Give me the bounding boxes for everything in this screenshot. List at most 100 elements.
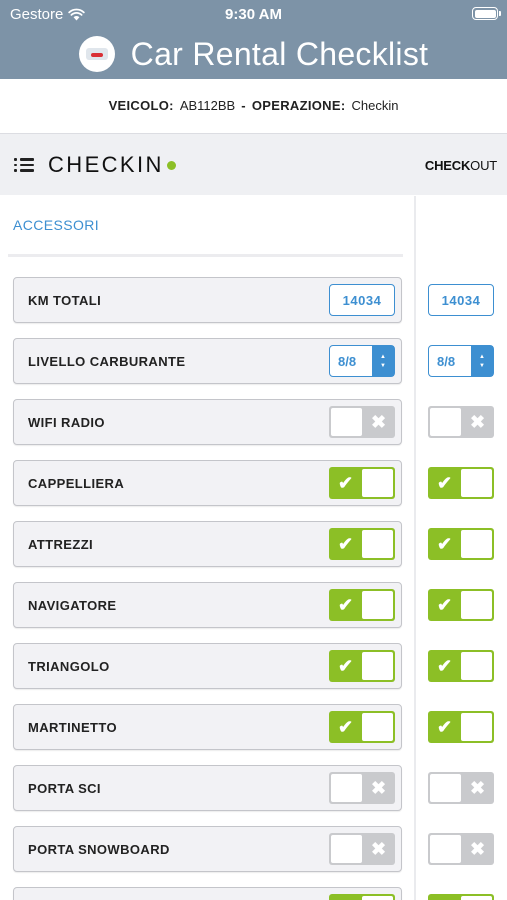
checklist-row: WIFI RADIO ✖	[13, 399, 402, 445]
row-label: NAVIGATORE	[28, 598, 117, 613]
row-label: PORTA SNOWBOARD	[28, 842, 170, 857]
check-icon: ✔	[337, 716, 354, 737]
check-icon: ✔	[337, 533, 354, 554]
select-value: 8/8	[437, 354, 456, 369]
toggle-switch[interactable]: ✔	[428, 528, 494, 560]
checklist-row: ✔	[13, 887, 402, 900]
checklist-row: PORTA SCI ✖	[13, 765, 402, 811]
checkout-control: ✖	[428, 772, 494, 804]
row-label: MARTINETTO	[28, 720, 117, 735]
fuel-level-select[interactable]: 8/8 ▲ ▼	[428, 345, 494, 377]
check-icon: ✔	[337, 594, 354, 615]
toggle-knob	[362, 591, 393, 619]
close-icon: ✖	[469, 777, 486, 798]
toggle-switch[interactable]: ✔	[329, 528, 395, 560]
toggle-knob	[331, 408, 362, 436]
section-title: ACCESSORI	[13, 217, 100, 233]
toggle-switch[interactable]: ✔	[329, 467, 395, 499]
close-icon: ✖	[370, 777, 387, 798]
toggle-knob	[461, 530, 492, 558]
row-label: KM TOTALI	[28, 293, 102, 308]
toggle-knob	[362, 652, 393, 680]
chevron-up-icon: ▲	[380, 353, 386, 360]
checkout-control: ✔	[428, 894, 494, 900]
toggle-switch[interactable]: ✔	[428, 711, 494, 743]
km-input[interactable]: 14034	[329, 284, 395, 316]
toggle-switch[interactable]: ✔	[329, 711, 395, 743]
checklist-row: PORTA SNOWBOARD ✖	[13, 826, 402, 872]
row-label: LIVELLO CARBURANTE	[28, 354, 186, 369]
toggle-switch[interactable]: ✔	[428, 894, 494, 900]
checkin-control: ✔	[329, 894, 395, 900]
checklist-row: TRIANGOLO ✔	[13, 643, 402, 689]
check-icon: ✔	[436, 594, 453, 615]
check-icon: ✔	[436, 716, 453, 737]
tab-bar: CHECKIN CHECKOUT	[0, 133, 507, 195]
list-menu-icon[interactable]	[14, 158, 34, 172]
check-icon: ✔	[428, 894, 461, 900]
status-bar: Gestore 9:30 AM	[0, 0, 507, 28]
info-separator: -	[241, 98, 246, 113]
toggle-switch[interactable]: ✖	[428, 833, 494, 865]
operation-value: Checkin	[351, 98, 399, 113]
checkout-control: 8/8 ▲ ▼	[428, 345, 494, 377]
checkin-control: 14034	[329, 284, 395, 316]
toggle-knob	[430, 408, 461, 436]
toggle-switch[interactable]: ✖	[329, 833, 395, 865]
toggle-switch[interactable]: ✔	[329, 894, 395, 900]
row-label: PORTA SCI	[28, 781, 101, 796]
battery-icon	[472, 7, 501, 20]
checkin-control: ✖	[329, 833, 395, 865]
select-value: 8/8	[338, 354, 357, 369]
column-divider	[414, 196, 416, 900]
checkout-control: 14034	[428, 284, 494, 316]
toggle-switch[interactable]: ✔	[428, 589, 494, 621]
toggle-switch[interactable]: ✔	[329, 650, 395, 682]
toggle-switch[interactable]: ✔	[428, 467, 494, 499]
km-input[interactable]: 14034	[428, 284, 494, 316]
toggle-knob	[461, 896, 492, 900]
close-icon: ✖	[469, 411, 486, 432]
toggle-switch[interactable]: ✖	[428, 406, 494, 438]
toggle-switch[interactable]: ✔	[428, 650, 494, 682]
checkout-control: ✔	[428, 467, 494, 499]
select-stepper[interactable]: ▲ ▼	[372, 346, 394, 376]
toggle-knob	[461, 591, 492, 619]
checklist-row: CAPPELLIERA ✔	[13, 460, 402, 506]
checkout-control: ✖	[428, 406, 494, 438]
check-icon: ✔	[337, 655, 354, 676]
tab-checkin[interactable]: CHECKIN	[48, 152, 164, 178]
active-dot-icon	[167, 161, 176, 170]
check-icon: ✔	[337, 472, 354, 493]
check-icon: ✔	[436, 655, 453, 676]
row-label: CAPPELLIERA	[28, 476, 125, 491]
checkin-control: ✖	[329, 772, 395, 804]
checklist-row: KM TOTALI 14034	[13, 277, 402, 323]
toggle-switch[interactable]: ✖	[329, 406, 395, 438]
app-logo	[78, 36, 115, 72]
tab-checkout[interactable]: CHECKOUT	[425, 158, 497, 173]
chevron-down-icon: ▼	[479, 362, 485, 369]
checkout-control: ✔	[428, 650, 494, 682]
app-title: Car Rental Checklist	[130, 35, 429, 72]
toggle-switch[interactable]: ✖	[329, 772, 395, 804]
toggle-switch[interactable]: ✔	[329, 589, 395, 621]
toggle-knob	[461, 469, 492, 497]
toggle-knob	[430, 774, 461, 802]
app-bar: Car Rental Checklist	[0, 32, 507, 76]
checklist-row: MARTINETTO ✔	[13, 704, 402, 750]
checkout-control: ✔	[428, 589, 494, 621]
check-icon: ✔	[436, 472, 453, 493]
chevron-up-icon: ▲	[479, 353, 485, 360]
close-icon: ✖	[469, 838, 486, 859]
select-stepper[interactable]: ▲ ▼	[471, 346, 493, 376]
row-label: WIFI RADIO	[28, 415, 105, 430]
toggle-knob	[331, 774, 362, 802]
fuel-level-select[interactable]: 8/8 ▲ ▼	[329, 345, 395, 377]
toggle-switch[interactable]: ✖	[428, 772, 494, 804]
toggle-knob	[430, 835, 461, 863]
checklist-row: ATTREZZI ✔	[13, 521, 402, 567]
toggle-knob	[362, 530, 393, 558]
status-time: 9:30 AM	[225, 6, 282, 23]
row-label: ATTREZZI	[28, 537, 94, 552]
